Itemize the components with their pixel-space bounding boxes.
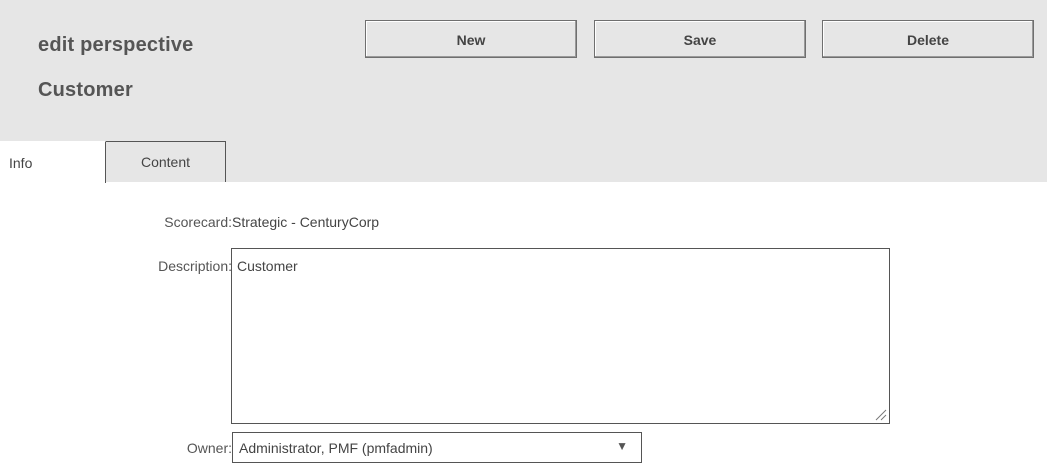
delete-button[interactable]: Delete (822, 20, 1034, 58)
tab-content[interactable]: Content (106, 141, 226, 182)
description-textarea[interactable]: Customer (231, 248, 890, 424)
scorecard-label: Scorecard: (164, 214, 232, 230)
tab-info[interactable]: Info (0, 141, 106, 183)
resize-grip-icon[interactable] (874, 408, 887, 421)
page-subtitle: Customer (38, 79, 133, 101)
page-header: edit perspective Customer New Save Delet… (0, 0, 1047, 183)
owner-selected-value: Administrator, PMF (pmfadmin) (239, 439, 433, 456)
page-title: edit perspective (38, 34, 194, 56)
new-button[interactable]: New (365, 20, 577, 58)
scorecard-value: Strategic - CenturyCorp (232, 214, 380, 230)
owner-label: Owner: (186, 440, 232, 456)
description-label: Description: (158, 258, 232, 274)
save-button[interactable]: Save (594, 20, 806, 58)
dropdown-triangle-icon: ▼ (616, 439, 628, 453)
owner-select[interactable]: Administrator, PMF (pmfadmin) ▼ (232, 432, 642, 463)
